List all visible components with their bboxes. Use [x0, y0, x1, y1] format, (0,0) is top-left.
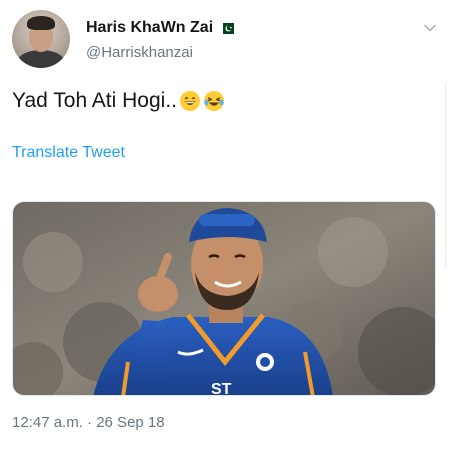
- tweet-text: Yad Toh Ati Hogi..: [12, 89, 225, 113]
- pakistan-flag-icon: [219, 22, 235, 34]
- rolling-on-floor-laughing-icon: [204, 91, 224, 111]
- author-handle[interactable]: @Harriskhanzai: [86, 44, 193, 61]
- avatar-shirt: [18, 50, 64, 68]
- photo-image: ST: [13, 202, 435, 396]
- author-name-row: Haris KhaWn Zai: [86, 19, 235, 37]
- tweet-media-photo[interactable]: ST: [12, 201, 436, 396]
- avatar[interactable]: [12, 10, 70, 68]
- chevron-down-icon[interactable]: [422, 20, 438, 36]
- tweet-timestamp[interactable]: 12:47 a.m. · 26 Sep 18: [12, 414, 165, 431]
- scrollbar-edge: [445, 80, 450, 270]
- avatar-hair: [27, 16, 55, 30]
- author-name[interactable]: Haris KhaWn Zai: [86, 19, 213, 37]
- tweet-card: Haris KhaWn Zai @Harriskhanzai Yad Toh A…: [0, 0, 450, 455]
- grinning-face-icon: [180, 91, 200, 111]
- jersey-text: ST: [211, 381, 232, 396]
- tweet-text-body: Yad Toh Ati Hogi..: [12, 89, 177, 112]
- translate-tweet-link[interactable]: Translate Tweet: [12, 144, 125, 162]
